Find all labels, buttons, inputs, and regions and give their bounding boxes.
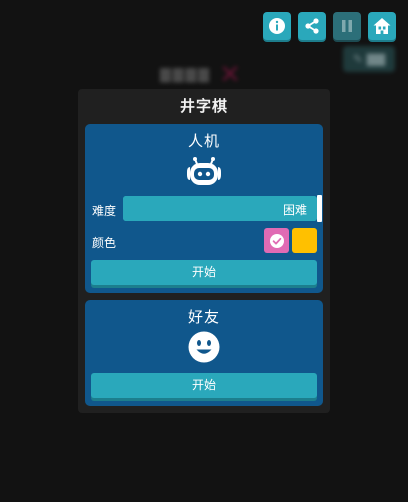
pause-button[interactable] [333, 12, 361, 40]
home-button[interactable] [368, 12, 396, 40]
ai-mode-card: 人机 难度 困难 颜色 开始 [85, 124, 323, 293]
top-toolbar [263, 12, 396, 40]
close-icon: ✕ [219, 60, 241, 90]
game-mode-dialog: 井字棋 人机 难度 困难 颜色 开始 好友 开始 [78, 89, 330, 413]
difficulty-value: 困难 [282, 203, 307, 217]
info-icon [269, 18, 285, 34]
info-button[interactable] [263, 12, 291, 40]
smiley-icon [188, 331, 220, 363]
friend-mode-title: 好友 [187, 308, 220, 326]
difficulty-slider[interactable]: 困难 [123, 195, 322, 222]
friend-mode-card: 好友 开始 [85, 300, 323, 406]
pause-icon [342, 20, 352, 32]
ai-mode-title: 人机 [187, 132, 220, 150]
difficulty-label: 难度 [92, 204, 117, 218]
share-icon [305, 18, 319, 34]
color-label: 颜色 [92, 236, 117, 250]
background-game-title: ▇▇▇▇ ✕ [160, 62, 241, 88]
color-swatch-pink[interactable] [264, 228, 289, 253]
share-button[interactable] [298, 12, 326, 40]
background-edit-button: ✎ ▇▇ [343, 46, 395, 72]
dialog-title: 井字棋 [179, 97, 228, 115]
color-swatch-yellow[interactable] [292, 228, 317, 253]
ai-start-button[interactable]: 开始 [91, 260, 317, 285]
friend-start-button[interactable]: 开始 [91, 373, 317, 398]
robot-icon [187, 157, 221, 185]
home-icon [373, 18, 391, 34]
background-title-text: ▇▇▇▇ [160, 67, 212, 83]
difficulty-handle[interactable] [317, 195, 322, 222]
check-icon [269, 233, 284, 248]
game-screen: ▇▇▇▇ ✕ ✎ ▇▇ 井字棋 人机 难度 困难 颜色 开始 好友 开始 [0, 0, 408, 502]
edit-icon: ✎ ▇▇ [352, 52, 386, 66]
